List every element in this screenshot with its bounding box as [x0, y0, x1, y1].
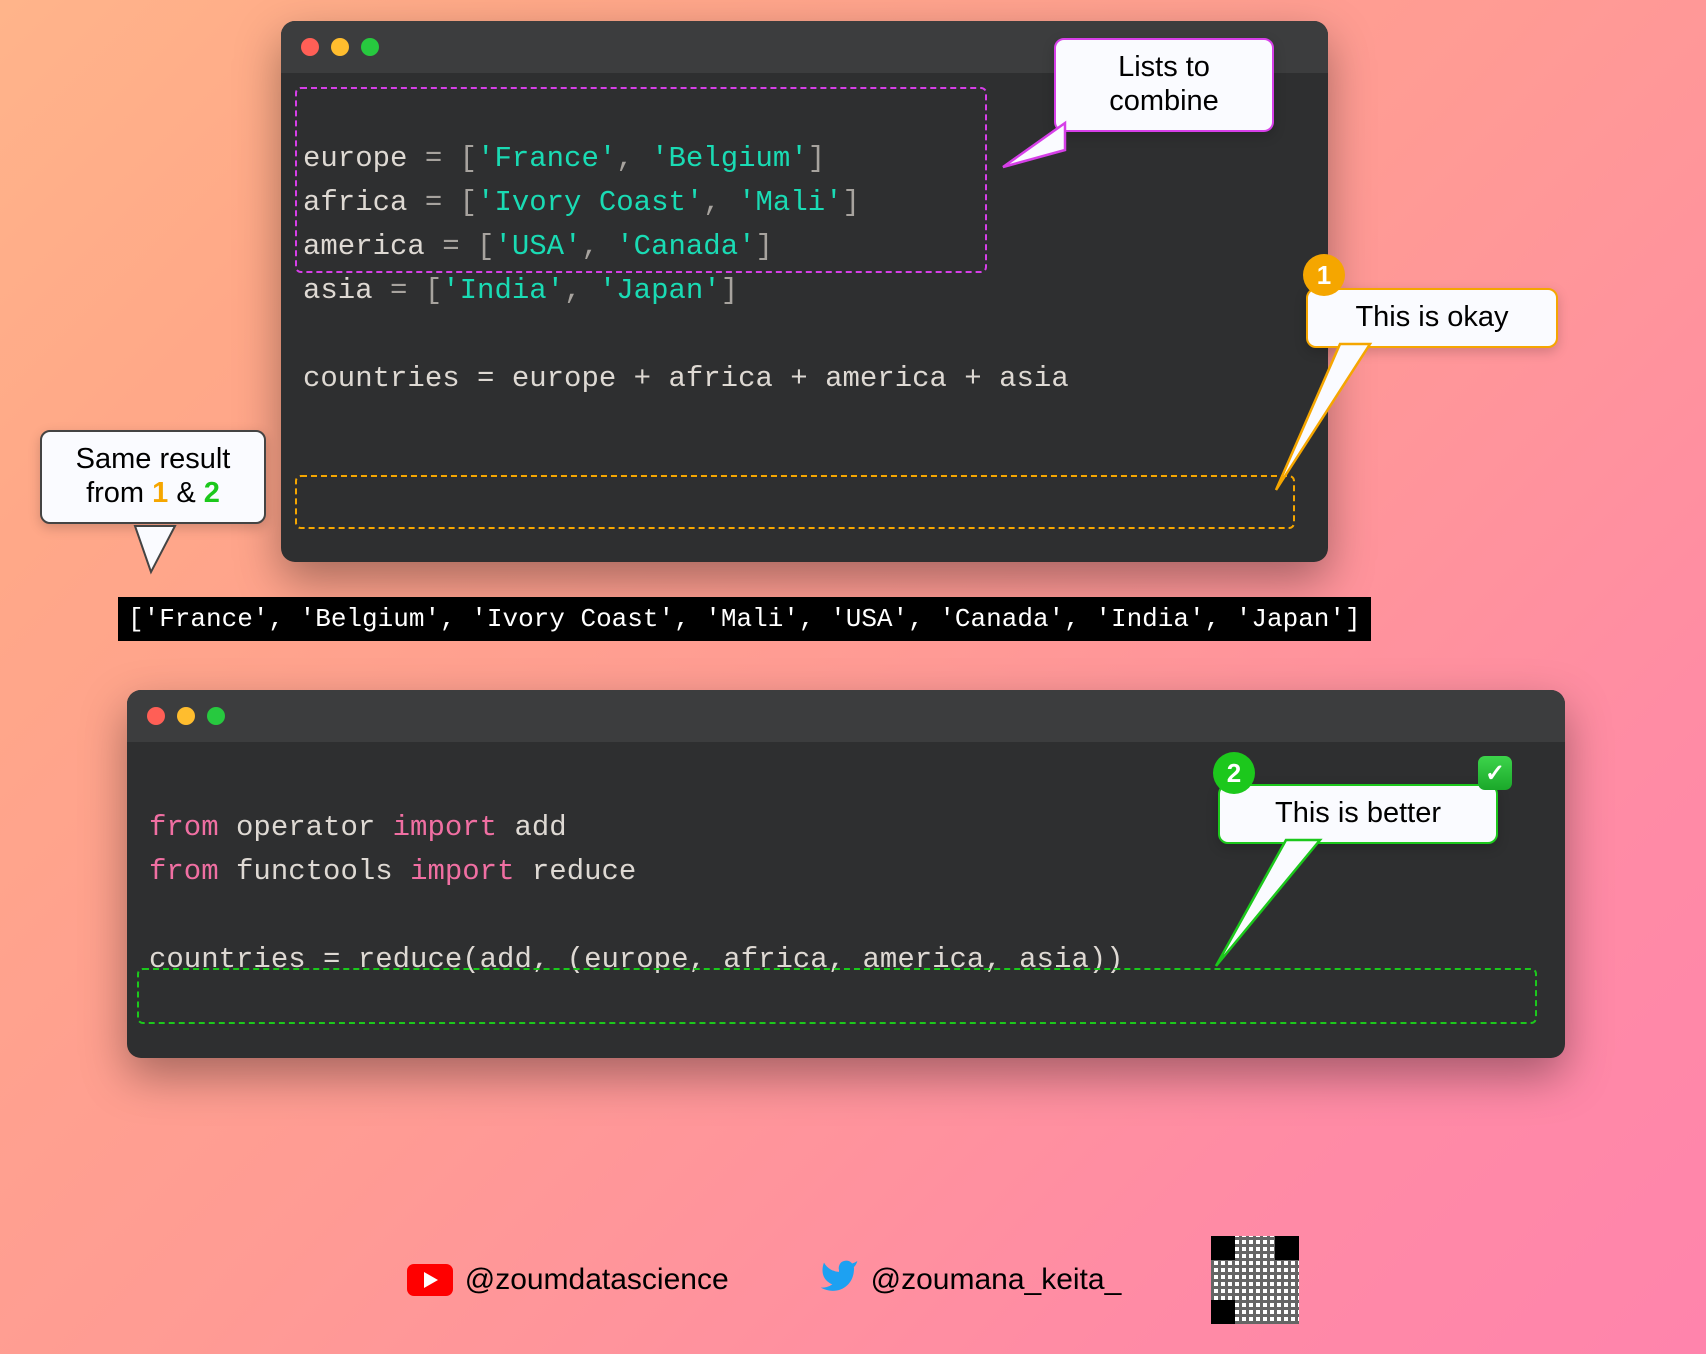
youtube-handle: @zoumdatascience [407, 1263, 729, 1297]
twitter-text: @zoumana_keita_ [871, 1263, 1122, 1297]
badge-two: 2 [1213, 752, 1255, 794]
code-line: europe = ['France', 'Belgium'] [303, 142, 825, 175]
window-titlebar [127, 690, 1565, 742]
twitter-handle: @zoumana_keita_ [819, 1256, 1122, 1304]
highlight-better [137, 968, 1537, 1024]
callout-same: Same result from 1 & 2 [40, 430, 266, 524]
check-icon: ✓ [1478, 756, 1512, 790]
qr-code [1211, 1236, 1299, 1324]
callout-lists: Lists to combine [1054, 38, 1274, 132]
twitter-icon [819, 1256, 859, 1304]
maximize-icon [361, 38, 379, 56]
code-line: america = ['USA', 'Canada'] [303, 230, 773, 263]
code-line: asia = ['India', 'Japan'] [303, 274, 738, 307]
code-line: africa = ['Ivory Coast', 'Mali'] [303, 186, 860, 219]
callout-better: This is better [1218, 784, 1498, 844]
maximize-icon [207, 707, 225, 725]
youtube-text: @zoumdatascience [465, 1263, 729, 1297]
minimize-icon [177, 707, 195, 725]
callout-same-tail [125, 520, 195, 580]
social-row: @zoumdatascience @zoumana_keita_ [0, 1236, 1706, 1324]
callout-okay: This is okay [1306, 288, 1558, 348]
close-icon [147, 707, 165, 725]
code-line: from functools import reduce [149, 855, 636, 888]
code-line: countries = europe + africa + america + … [303, 362, 1069, 395]
output-bar: ['France', 'Belgium', 'Ivory Coast', 'Ma… [118, 597, 1371, 641]
code-window-2: from operator import add from functools … [127, 690, 1565, 1058]
close-icon [301, 38, 319, 56]
code-body: europe = ['France', 'Belgium'] africa = … [281, 73, 1328, 559]
code-line: from operator import add [149, 811, 567, 844]
badge-one: 1 [1303, 254, 1345, 296]
minimize-icon [331, 38, 349, 56]
youtube-icon [407, 1264, 453, 1296]
highlight-okay [295, 475, 1295, 529]
code-line: countries = reduce(add, (europe, africa,… [149, 943, 1124, 976]
